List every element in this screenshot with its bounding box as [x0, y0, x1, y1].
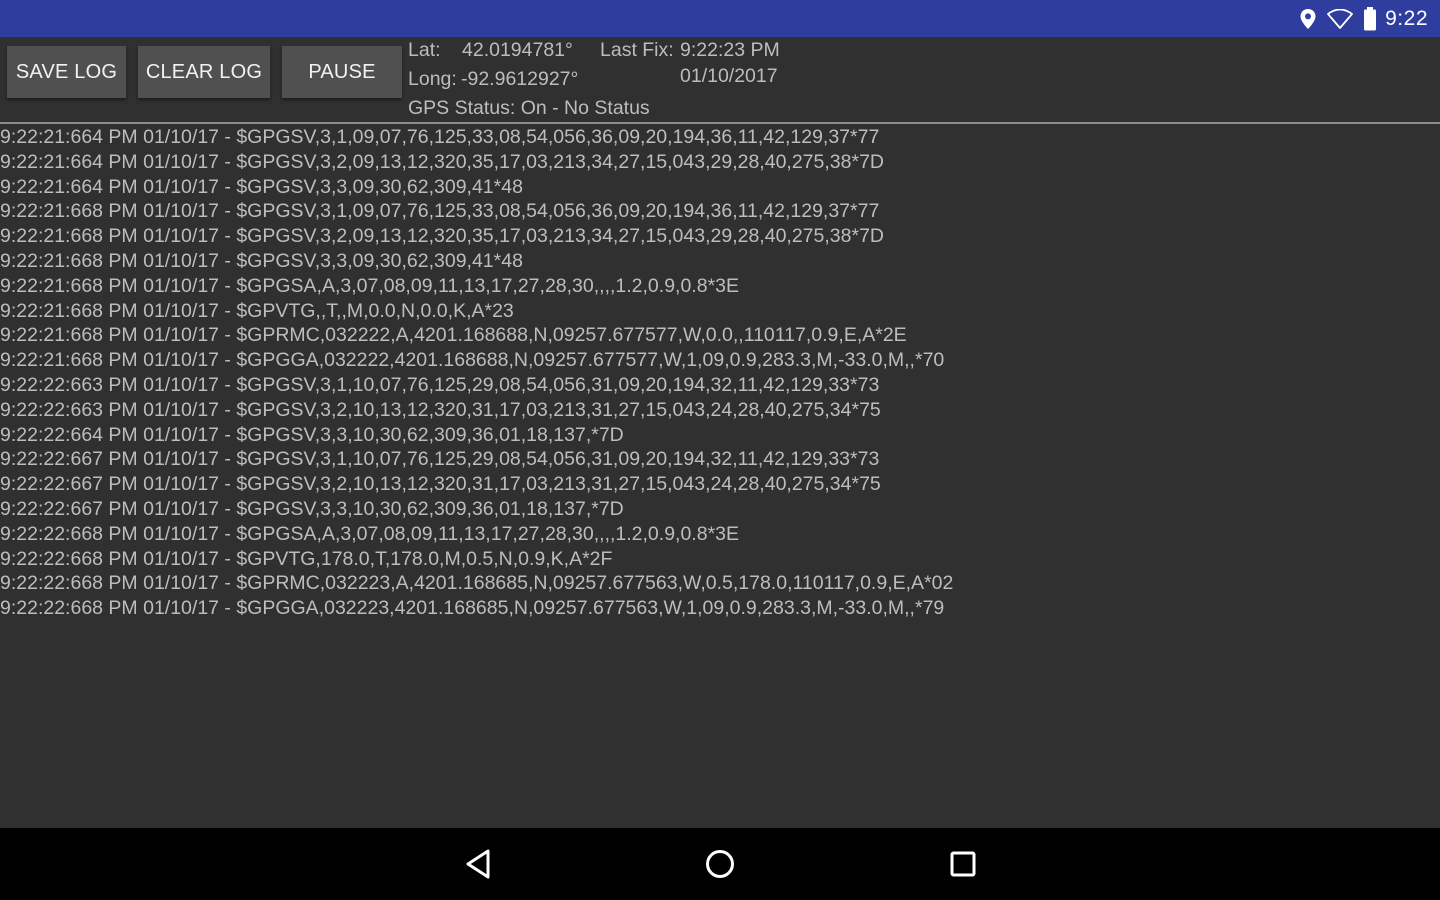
recents-icon	[950, 851, 976, 877]
gps-status: GPS Status: On - No Status	[408, 97, 650, 119]
long-value: -92.9612927°	[461, 68, 579, 90]
home-button[interactable]	[702, 846, 738, 882]
battery-icon	[1363, 6, 1377, 31]
log-line: 9:22:22:667 PM 01/10/17 - $GPGSV,3,3,10,…	[0, 497, 624, 520]
log-line: 9:22:22:668 PM 01/10/17 - $GPVTG,178.0,T…	[0, 547, 613, 570]
log-line: 9:22:21:668 PM 01/10/17 - $GPGSV,3,2,09,…	[0, 225, 884, 248]
header-divider	[0, 122, 1440, 124]
log-line: 9:22:22:667 PM 01/10/17 - $GPGSV,3,2,10,…	[0, 473, 881, 496]
log-line: 9:22:22:664 PM 01/10/17 - $GPGSV,3,3,10,…	[0, 423, 624, 446]
save-log-button[interactable]: SAVE LOG	[7, 46, 126, 98]
back-icon	[466, 849, 490, 879]
pause-button[interactable]: PAUSE	[282, 46, 402, 98]
log-line: 9:22:21:664 PM 01/10/17 - $GPGSV,3,1,09,…	[0, 126, 880, 148]
recents-button[interactable]	[945, 846, 981, 882]
last-fix-label: Last Fix:	[600, 39, 674, 61]
nmea-log-list[interactable]: 9:22:21:664 PM 01/10/17 - $GPGSV,3,1,09,…	[0, 125, 1440, 621]
wifi-icon	[1327, 8, 1354, 29]
app-content: SAVE LOG CLEAR LOG PAUSE Lat: 42.0194781…	[0, 37, 1440, 828]
log-line: 9:22:21:668 PM 01/10/17 - $GPGGA,032222,…	[0, 349, 945, 372]
home-icon	[706, 850, 734, 878]
navigation-bar	[0, 828, 1440, 900]
log-line: 9:22:21:668 PM 01/10/17 - $GPGSA,A,3,07,…	[0, 274, 740, 297]
log-line: 9:22:21:668 PM 01/10/17 - $GPGSV,3,3,09,…	[0, 249, 523, 272]
status-clock: 9:22	[1385, 6, 1428, 30]
log-line: 9:22:21:668 PM 01/10/17 - $GPGSV,3,1,09,…	[0, 200, 880, 223]
log-line: 9:22:21:668 PM 01/10/17 - $GPRMC,032222,…	[0, 324, 907, 347]
log-line: 9:22:22:663 PM 01/10/17 - $GPGSV,3,2,10,…	[0, 398, 881, 421]
location-pin-icon	[1299, 8, 1317, 30]
last-fix-date: 01/10/2017	[680, 65, 778, 87]
log-line: 9:22:22:663 PM 01/10/17 - $GPGSV,3,1,10,…	[0, 373, 880, 396]
toolbar: SAVE LOG CLEAR LOG PAUSE Lat: 42.0194781…	[0, 37, 1440, 122]
log-line: 9:22:21:668 PM 01/10/17 - $GPVTG,,T,,M,0…	[0, 299, 514, 322]
log-line: 9:22:22:668 PM 01/10/17 - $GPGGA,032223,…	[0, 597, 945, 620]
status-bar: 9:22	[0, 0, 1440, 37]
long-label: Long:	[408, 68, 457, 90]
log-line: 9:22:21:664 PM 01/10/17 - $GPGSV,3,2,09,…	[0, 150, 884, 173]
log-line: 9:22:21:664 PM 01/10/17 - $GPGSV,3,3,09,…	[0, 175, 523, 198]
lat-value: 42.0194781°	[462, 39, 573, 61]
lat-label: Lat:	[408, 39, 441, 61]
log-line: 9:22:22:667 PM 01/10/17 - $GPGSV,3,1,10,…	[0, 448, 880, 471]
last-fix-time: 9:22:23 PM	[680, 39, 780, 61]
log-line: 9:22:22:668 PM 01/10/17 - $GPGSA,A,3,07,…	[0, 522, 740, 545]
clear-log-button[interactable]: CLEAR LOG	[138, 46, 270, 98]
log-line: 9:22:22:668 PM 01/10/17 - $GPRMC,032223,…	[0, 572, 954, 595]
back-button[interactable]	[460, 846, 496, 882]
